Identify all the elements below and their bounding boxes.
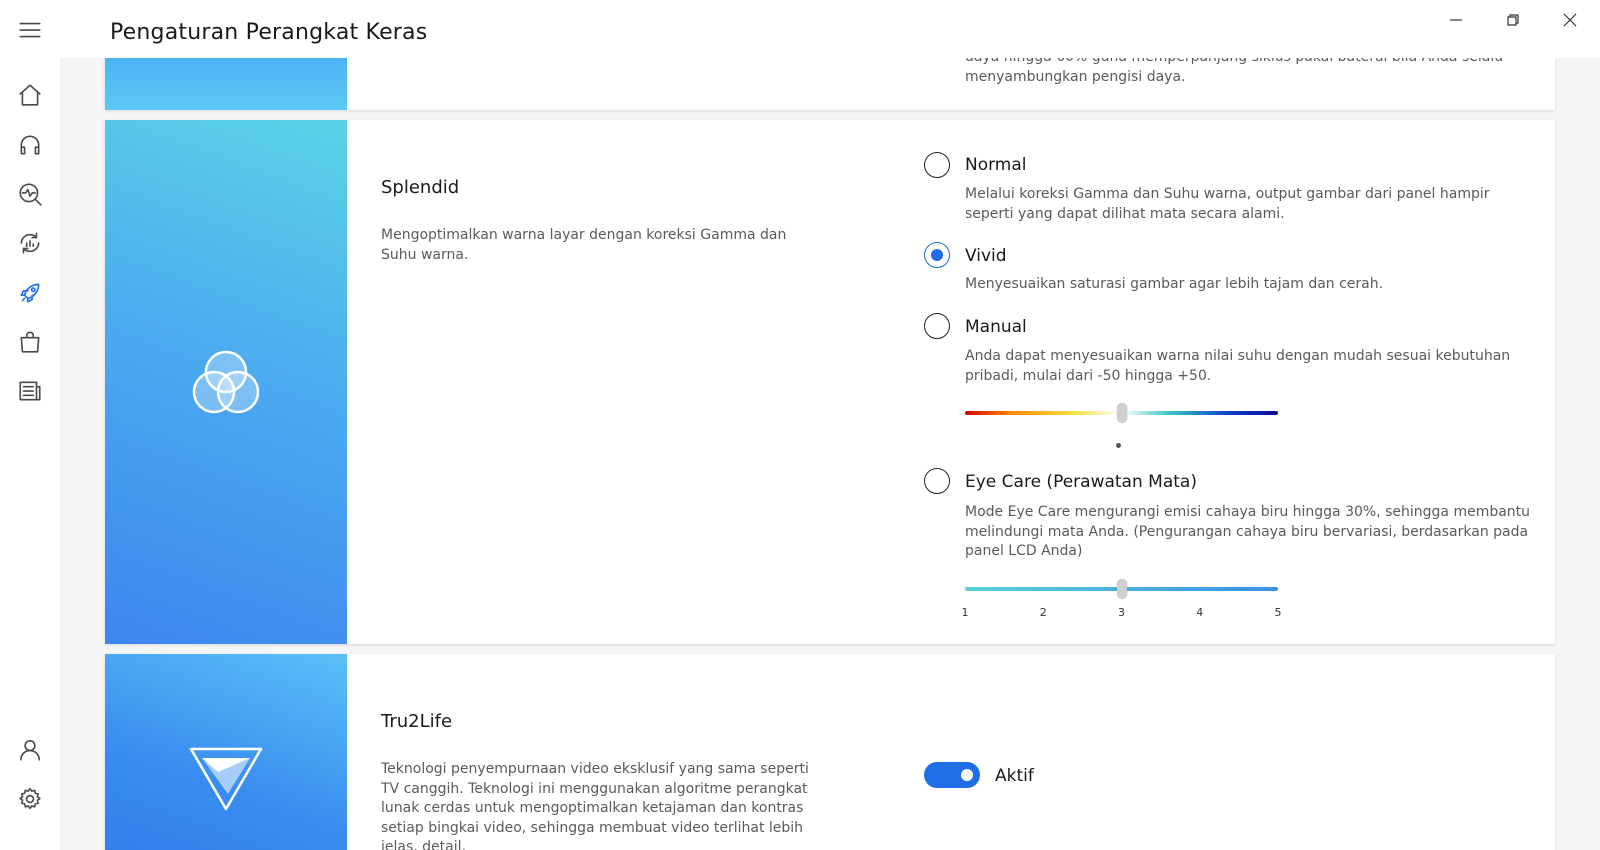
radio-normal-desc: Melalui koreksi Gamma dan Suhu warna, ou… <box>965 186 1490 222</box>
hamburger-icon <box>19 22 41 38</box>
slider-center-marker <box>1116 443 1121 448</box>
nav-store[interactable] <box>10 322 50 362</box>
battery-card-art <box>105 58 347 110</box>
eyecare-tick-4: 4 <box>1196 606 1204 619</box>
tru2life-card-art <box>105 654 347 850</box>
user-icon <box>19 739 41 761</box>
battery-card: daya hingga 60% guna memperpanjang siklu… <box>105 58 1555 110</box>
radio-eyecare[interactable] <box>924 468 950 494</box>
tru2life-toggle[interactable] <box>924 762 980 788</box>
radio-manual[interactable] <box>924 313 950 339</box>
tru2life-toggle-label: Aktif <box>995 766 1034 786</box>
color-circles-icon <box>192 350 260 414</box>
update-chart-icon <box>20 232 40 254</box>
splendid-card: Splendid Mengoptimalkan warna layar deng… <box>105 120 1555 644</box>
splendid-title: Splendid <box>381 177 460 198</box>
eyecare-tick-1: 1 <box>961 606 969 619</box>
content-area: daya hingga 60% guna memperpanjang siklu… <box>60 58 1600 850</box>
restore-icon <box>1507 14 1519 26</box>
eyecare-tick-3: 3 <box>1118 606 1125 619</box>
minimize-icon <box>1450 19 1462 21</box>
nav-diagnostics[interactable] <box>10 174 50 214</box>
radio-manual-label: Manual <box>965 317 1027 337</box>
nav-settings[interactable] <box>10 779 50 819</box>
radio-normal[interactable] <box>924 152 950 178</box>
radio-vivid-label: Vivid <box>965 246 1007 266</box>
title-bar: Pengaturan Perangkat Keras <box>60 0 1600 58</box>
close-icon <box>1563 13 1577 27</box>
news-icon <box>19 381 41 401</box>
toggle-knob <box>961 769 973 781</box>
restore-button[interactable] <box>1485 0 1541 40</box>
tru2life-title: Tru2Life <box>381 711 453 732</box>
headset-icon <box>20 135 40 155</box>
tru2life-triangle-icon <box>189 747 263 811</box>
tru2life-card: Tru2Life Teknologi penyempurnaan video e… <box>105 654 1555 850</box>
eyecare-tick-5: 5 <box>1274 606 1282 619</box>
nav-system-update[interactable] <box>10 223 50 263</box>
minimize-button[interactable] <box>1428 0 1484 40</box>
splendid-card-art <box>105 120 347 644</box>
eyecare-tick-2: 2 <box>1039 606 1047 619</box>
rocket-icon <box>20 283 40 303</box>
nav-customization[interactable] <box>10 273 50 313</box>
radio-manual-desc: Anda dapat menyesuaikan warna nilai suhu… <box>965 348 1511 384</box>
color-temperature-thumb[interactable] <box>1116 403 1127 423</box>
eyecare-level-thumb[interactable] <box>1116 579 1127 599</box>
close-button[interactable] <box>1542 0 1598 40</box>
nav-rail <box>0 0 60 850</box>
gear-icon <box>19 787 41 810</box>
radio-vivid[interactable] <box>924 242 950 268</box>
menu-button[interactable] <box>10 10 50 50</box>
radio-eyecare-label: Eye Care (Perawatan Mata) <box>965 472 1197 492</box>
tru2life-description: Teknologi penyempurnaan video eksklusif … <box>381 761 809 850</box>
splendid-description: Mengoptimalkan warna layar dengan koreks… <box>381 227 787 263</box>
radio-normal-label: Normal <box>965 155 1027 175</box>
page-title: Pengaturan Perangkat Keras <box>110 20 428 45</box>
nav-account[interactable] <box>10 730 50 770</box>
pulse-search-icon <box>19 183 42 206</box>
battery-desc: daya hingga 60% guna memperpanjang siklu… <box>965 58 1503 85</box>
radio-vivid-desc: Menyesuaikan saturasi gambar agar lebih … <box>965 276 1384 292</box>
radio-eyecare-desc: Mode Eye Care mengurangi emisi cahaya bi… <box>965 504 1531 559</box>
home-icon <box>19 84 41 106</box>
nav-audio[interactable] <box>10 125 50 165</box>
nav-home[interactable] <box>10 75 50 115</box>
bag-icon <box>20 331 40 353</box>
radio-selected-dot <box>930 248 943 261</box>
nav-news[interactable] <box>10 371 50 411</box>
